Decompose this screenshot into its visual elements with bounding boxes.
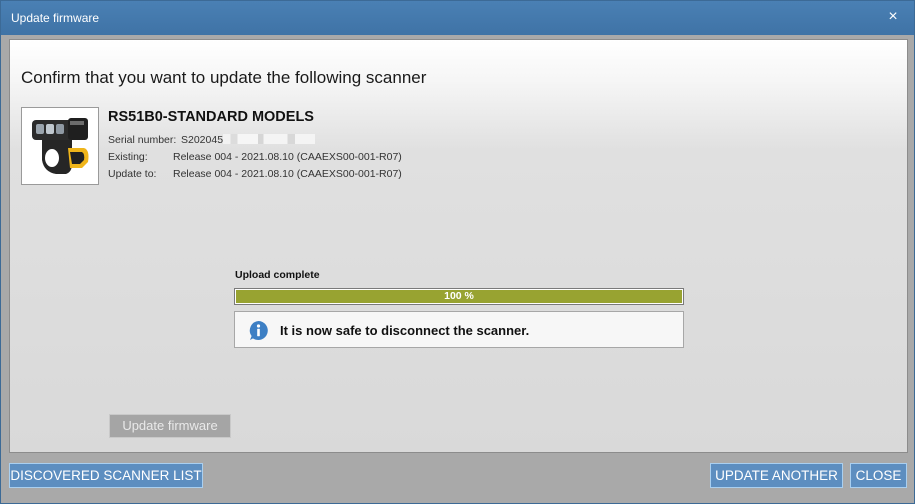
scanner-icon — [22, 108, 98, 184]
existing-value: Release 004 - 2021.08.10 (CAAEXS00-001-R… — [173, 151, 402, 163]
update-to-value: Release 004 - 2021.08.10 (CAAEXS00-001-R… — [173, 168, 402, 180]
serial-value-wrap: S202045 — [181, 134, 316, 146]
title-bar: Update firmware × — [1, 1, 914, 35]
redacted-serial — [223, 134, 316, 144]
notice-message: It is now safe to disconnect the scanner… — [280, 323, 530, 338]
upload-status-label: Upload complete — [235, 269, 320, 281]
update-to-label: Update to: — [108, 168, 157, 180]
close-icon[interactable]: × — [884, 8, 902, 26]
update-another-button[interactable]: UPDATE ANOTHER — [710, 463, 843, 488]
dialog-content: Confirm that you want to update the foll… — [9, 39, 908, 453]
close-button[interactable]: CLOSE — [850, 463, 907, 488]
safe-disconnect-notice: It is now safe to disconnect the scanner… — [234, 311, 684, 348]
existing-label: Existing: — [108, 151, 148, 163]
update-firmware-button[interactable]: Update firmware — [109, 414, 231, 438]
progress-percent: 100 % — [444, 290, 474, 302]
scanner-model: RS51B0-STANDARD MODELS — [108, 109, 314, 125]
window-title: Update firmware — [11, 11, 100, 25]
info-icon — [249, 321, 268, 340]
progress-bar: 100 % — [234, 288, 684, 305]
scanner-image — [21, 107, 99, 185]
discovered-scanner-list-button[interactable]: DISCOVERED SCANNER LIST — [9, 463, 203, 488]
update-firmware-window: Update firmware × Confirm that you want … — [0, 0, 915, 504]
confirm-heading: Confirm that you want to update the foll… — [21, 68, 427, 87]
serial-label: Serial number: — [108, 134, 177, 146]
serial-value: S202045 — [181, 134, 224, 146]
